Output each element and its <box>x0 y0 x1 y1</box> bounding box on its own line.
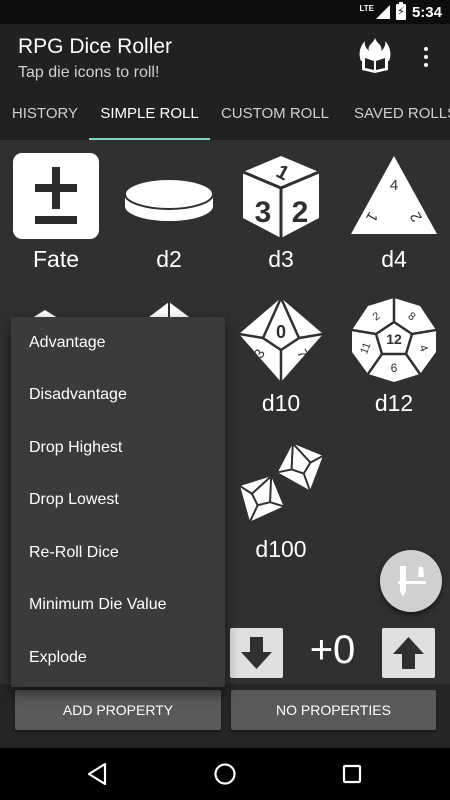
tab-history[interactable]: HISTORY <box>0 88 90 140</box>
tab-bar: HISTORY SIMPLE ROLL CUSTOM ROLL SAVED RO… <box>0 88 450 140</box>
clock: 5:34 <box>411 3 442 21</box>
menu-item-explode[interactable]: Explode <box>11 632 225 684</box>
signal-icon <box>375 5 390 19</box>
app-title: RPG Dice Roller <box>18 35 173 58</box>
app-subtitle: Tap die icons to roll! <box>18 64 160 81</box>
battery-icon: ⚡ <box>395 2 406 20</box>
tab-custom-roll[interactable]: CUSTOM ROLL <box>210 88 340 140</box>
status-bar: LTE ⚡ 5:34 <box>0 0 450 24</box>
app-bar: RPG Dice Roller Tap die icons to roll! <box>0 24 450 88</box>
d12-icon: 12 2 8 11 4 6 <box>351 298 437 382</box>
arrow-up-icon <box>393 637 424 669</box>
back-icon[interactable] <box>86 762 108 786</box>
die-label: d3 <box>268 246 294 272</box>
tab-simple-roll[interactable]: SIMPLE ROLL <box>89 88 210 140</box>
die-d100[interactable]: d100 <box>231 438 331 563</box>
menu-item-drop-lowest[interactable]: Drop Lowest <box>11 474 225 526</box>
menu-item-advantage[interactable]: Advantage <box>11 317 225 369</box>
add-property-button[interactable]: ADD PROPERTY <box>15 690 221 730</box>
die-face-label: 2 <box>292 196 309 229</box>
die-label: d4 <box>381 246 407 272</box>
die-d10[interactable]: 0 3 7 d10 <box>231 296 331 417</box>
die-label: d2 <box>156 246 182 272</box>
home-icon[interactable] <box>213 762 237 786</box>
network-type: LTE <box>359 3 374 13</box>
die-face-label: 12 <box>386 331 402 347</box>
die-d3[interactable]: 1 3 2 d3 <box>231 152 331 273</box>
modifier-value: +0 <box>309 628 356 672</box>
recents-icon[interactable] <box>341 762 363 786</box>
pencil-brush-icon <box>398 566 426 597</box>
die-face-label: 0 <box>276 322 286 342</box>
coin-icon <box>124 178 214 221</box>
menu-item-drop-highest[interactable]: Drop Highest <box>11 422 225 474</box>
die-label: d100 <box>255 536 307 562</box>
die-fate[interactable]: Fate <box>6 152 106 273</box>
menu-item-re-roll-dice[interactable]: Re-Roll Dice <box>11 527 225 579</box>
no-properties-button[interactable]: NO PROPERTIES <box>231 690 436 730</box>
die-label: d10 <box>261 390 301 416</box>
overflow-menu-icon[interactable] <box>418 42 434 72</box>
arrow-down-icon <box>241 637 272 669</box>
die-d12[interactable]: 12 2 8 11 4 6 d12 <box>344 296 444 417</box>
menu-item-minimum-die-value[interactable]: Minimum Die Value <box>11 579 225 631</box>
die-label: Fate <box>32 246 80 272</box>
add-property-menu: Advantage Disadvantage Drop Highest Drop… <box>11 317 225 687</box>
menu-item-disadvantage[interactable]: Disadvantage <box>11 369 225 421</box>
d100-icon <box>239 441 324 522</box>
increase-modifier-button[interactable] <box>382 628 435 678</box>
die-d4[interactable]: 4 2 1 d4 <box>344 152 444 273</box>
custom-die-fab[interactable] <box>380 550 442 612</box>
tab-saved-rolls[interactable]: SAVED ROLLS <box>342 88 450 140</box>
flaming-book-icon[interactable] <box>356 36 394 74</box>
die-face-label: 6 <box>391 361 398 375</box>
decrease-modifier-button[interactable] <box>230 628 283 678</box>
die-d2[interactable]: d2 <box>119 152 219 273</box>
die-face-label: 3 <box>255 196 272 229</box>
status-icons: LTE ⚡ 5:34 <box>359 2 442 22</box>
die-face-label: 4 <box>390 177 398 194</box>
fate-die-icon <box>13 153 99 239</box>
d4-tetrahedron-icon: 4 2 1 <box>351 156 437 234</box>
navigation-bar <box>0 748 450 800</box>
die-label: d12 <box>374 390 414 416</box>
d3-cube-icon: 1 3 2 <box>242 156 320 238</box>
d10-icon: 0 3 7 <box>238 296 324 382</box>
